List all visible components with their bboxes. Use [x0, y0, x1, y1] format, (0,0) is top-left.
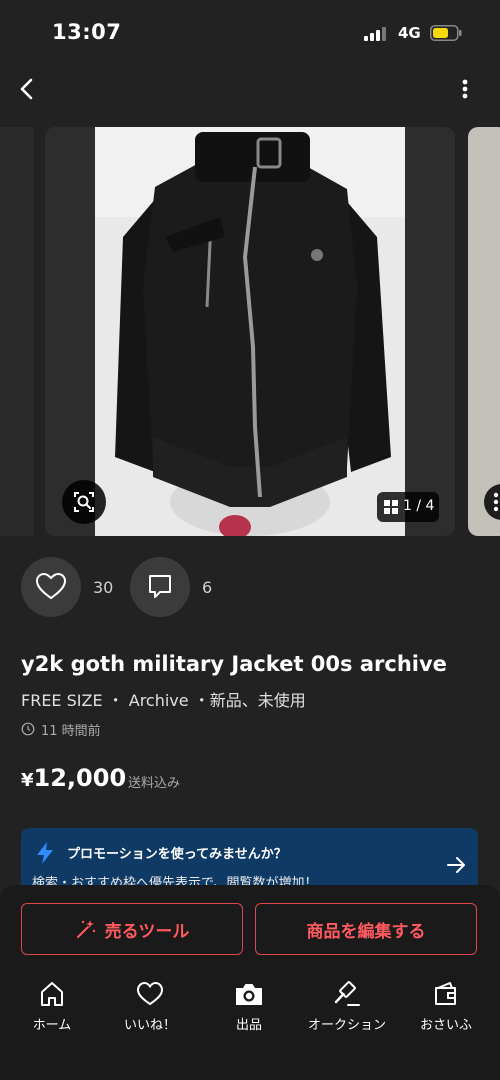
magic-wand-icon: [76, 920, 95, 938]
tab-wallet[interactable]: おさいふ: [401, 980, 491, 1033]
tab-auction-label: オークション: [307, 1018, 386, 1033]
like-count: 30: [93, 578, 114, 597]
shipping-label: 送料込み: [128, 776, 181, 791]
product-photo: [95, 127, 405, 536]
comment-icon: [149, 575, 171, 598]
tab-home[interactable]: ホーム: [7, 980, 97, 1033]
tab-likes-label: いいね！: [123, 1018, 176, 1033]
currency-symbol: ¥: [21, 770, 34, 791]
tab-sell[interactable]: 出品: [204, 980, 294, 1033]
wallet-icon: [435, 982, 456, 1005]
home-icon: [41, 982, 63, 1006]
back-icon[interactable]: [14, 74, 40, 104]
carousel-prev-image[interactable]: [0, 127, 34, 536]
item-meta: FREE SIZE ・ Archive ・新品、未使用: [21, 691, 306, 710]
next-image-more-button[interactable]: [484, 484, 500, 520]
comment-button[interactable]: [130, 557, 190, 617]
posted-time: 11 時間前: [41, 724, 101, 739]
price-value: 12,000: [33, 764, 127, 792]
edit-item-button[interactable]: 商品を編集する: [255, 903, 477, 955]
network-type: 4G: [398, 24, 421, 42]
product-image-card[interactable]: [45, 127, 455, 536]
image-counter: 1 / 4: [377, 492, 439, 522]
like-button[interactable]: [21, 557, 81, 617]
comment-count: 6: [202, 578, 213, 597]
status-time: 13:07: [52, 20, 122, 44]
tab-home-label: ホーム: [32, 1018, 72, 1033]
image-search-icon: [74, 492, 94, 512]
lightning-icon: [37, 842, 53, 864]
gavel-icon: [334, 981, 360, 1006]
item-title: y2k goth military Jacket 00s archive: [21, 652, 447, 676]
heart-icon: [136, 981, 164, 1006]
image-counter-text: 1 / 4: [403, 498, 435, 514]
jacket-photo-illustration: [95, 127, 405, 536]
tab-sell-label: 出品: [235, 1018, 262, 1033]
heart-icon: [35, 572, 67, 600]
battery-icon: [430, 25, 462, 41]
signal-icon: [364, 27, 386, 41]
more-dots-icon: [493, 492, 499, 512]
item-price: ¥12,000: [21, 764, 126, 792]
more-options-icon[interactable]: [458, 78, 472, 102]
tab-wallet-label: おさいふ: [419, 1018, 472, 1033]
carousel-next-image[interactable]: [468, 127, 500, 536]
grid-icon: [384, 500, 398, 514]
sell-tools-button[interactable]: 売るツール: [21, 903, 243, 955]
clock-icon: [21, 722, 35, 736]
tab-auction[interactable]: オークション: [302, 980, 392, 1033]
tab-likes[interactable]: いいね！: [105, 980, 195, 1033]
sell-tools-label: 売るツール: [104, 921, 190, 942]
promotion-title: プロモーションを使ってみませんか？: [67, 847, 287, 862]
image-search-button[interactable]: [62, 480, 106, 524]
camera-icon: [236, 984, 262, 1005]
arrow-right-icon: [447, 857, 465, 873]
edit-item-label: 商品を編集する: [306, 921, 426, 942]
